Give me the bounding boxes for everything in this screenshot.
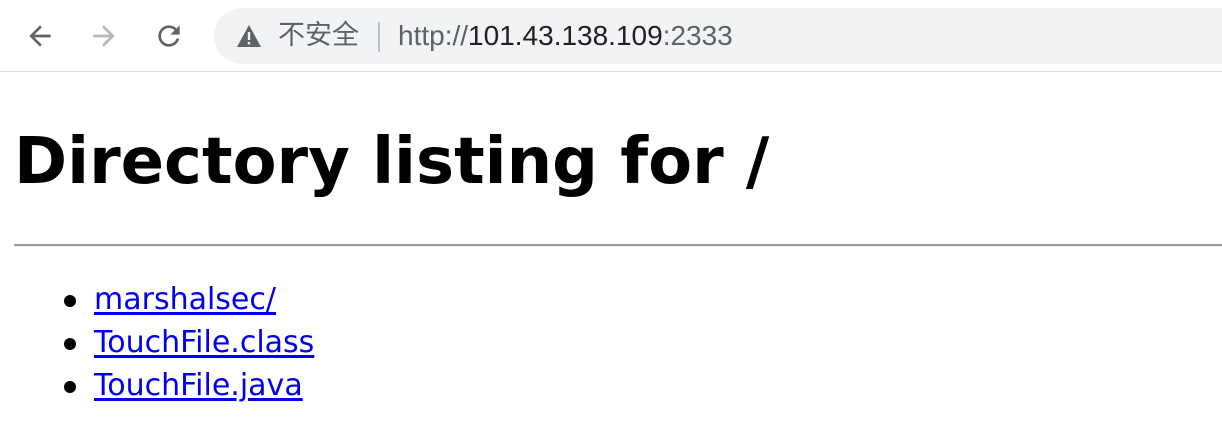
address-separator: [378, 22, 380, 52]
url-host: 101.43.138.109: [468, 20, 663, 51]
bullet-icon: [64, 295, 76, 307]
reload-button[interactable]: [149, 16, 189, 56]
not-secure-label[interactable]: 不安全: [278, 20, 359, 52]
reload-icon: [158, 25, 180, 47]
file-link-touchfile-java[interactable]: TouchFile.java: [94, 368, 303, 403]
url-text[interactable]: http://101.43.138.109:2333: [398, 20, 733, 52]
file-list: marshalsec/ TouchFile.class TouchFile.ja…: [14, 278, 314, 407]
list-item: TouchFile.java: [64, 364, 314, 407]
arrow-right-icon: [93, 25, 115, 47]
page-title: Directory listing for /: [14, 125, 770, 199]
bullet-icon: [64, 381, 76, 393]
address-bar[interactable]: 不安全 http://101.43.138.109:2333: [214, 8, 1222, 64]
browser-toolbar: 不安全 http://101.43.138.109:2333: [0, 0, 1222, 72]
list-item: marshalsec/: [64, 278, 314, 321]
url-scheme: http://: [398, 20, 469, 51]
bullet-icon: [64, 338, 76, 350]
file-link-touchfile-class[interactable]: TouchFile.class: [94, 325, 314, 360]
back-button[interactable]: [20, 16, 60, 56]
forward-button[interactable]: [84, 16, 124, 56]
list-item: TouchFile.class: [64, 321, 314, 364]
file-link-marshalsec[interactable]: marshalsec/: [94, 282, 276, 317]
warning-icon[interactable]: [236, 24, 262, 48]
divider: [14, 244, 1222, 247]
arrow-left-icon: [29, 25, 51, 47]
url-port: :2333: [662, 20, 733, 51]
